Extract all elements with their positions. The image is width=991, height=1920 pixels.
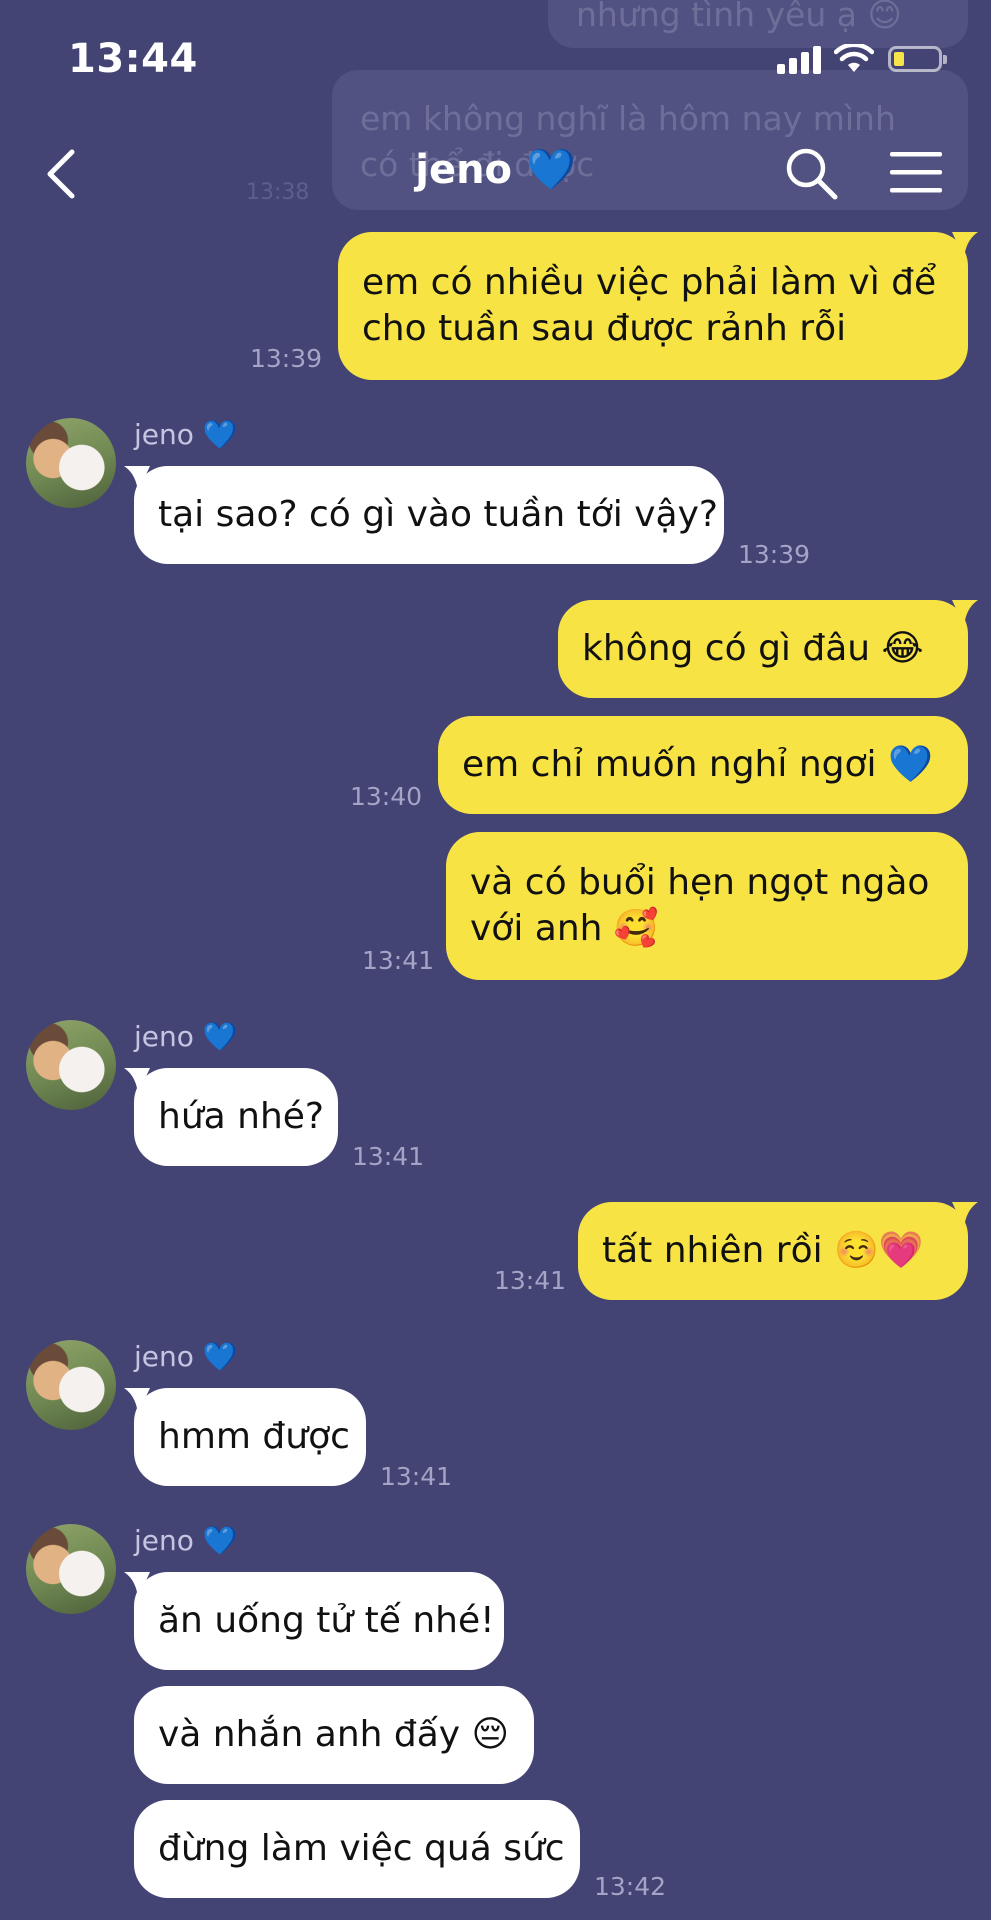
message-text: hmm được [158, 1416, 350, 1457]
chat-screen: nhưng tình yêu ạ 😊 em không nghĩ là hôm … [0, 0, 991, 1920]
status-time: 13:44 [68, 36, 198, 82]
incoming-message[interactable]: ăn uống tử tế nhé! [124, 1572, 504, 1670]
message-text: em chỉ muốn nghỉ ngơi 💙 [462, 744, 933, 785]
message-text: với anh 🥰 [470, 908, 659, 949]
battery-icon [888, 46, 947, 72]
sender-name: jeno 💙 [134, 1340, 238, 1373]
message-time: 13:40 [350, 782, 423, 811]
message-time: 13:39 [250, 344, 323, 373]
message-text: đừng làm việc quá sức [158, 1828, 565, 1869]
avatar[interactable] [26, 1020, 116, 1110]
outgoing-message[interactable]: em có nhiều việc phải làm vì để cho tuần… [338, 232, 978, 380]
sender-name: jeno 💙 [134, 1020, 238, 1053]
message-time: 13:41 [494, 1266, 567, 1295]
message-text: ăn uống tử tế nhé! [158, 1600, 495, 1641]
incoming-message[interactable]: hmm được [124, 1388, 366, 1486]
sender-name: jeno 💙 [134, 418, 238, 451]
search-icon[interactable] [783, 145, 839, 201]
outgoing-message[interactable]: không có gì đâu 😂 [558, 600, 978, 698]
message-text: không có gì đâu 😂 [582, 628, 924, 669]
sender-name: jeno 💙 [134, 1524, 238, 1557]
message-text: và có buổi hẹn ngọt ngào [470, 862, 930, 903]
menu-icon[interactable] [888, 150, 944, 194]
message-text: hứa nhé? [158, 1096, 325, 1137]
outgoing-message[interactable]: và có buổi hẹn ngọt ngào với anh 🥰 [446, 832, 968, 980]
message-text: tại sao? có gì vào tuần tới vậy? [158, 494, 719, 535]
message-time: 13:41 [362, 946, 435, 975]
message-text: cho tuần sau được rảnh rỗi [362, 308, 847, 349]
outgoing-message[interactable]: tất nhiên rồi ☺️💗 [578, 1202, 978, 1300]
avatar[interactable] [26, 1340, 116, 1430]
background-text: nhưng tình yêu ạ 😊 [576, 0, 902, 34]
outgoing-message[interactable]: em chỉ muốn nghỉ ngơi 💙 [438, 716, 968, 814]
background-bubble: nhưng tình yêu ạ 😊 [548, 0, 968, 48]
incoming-message[interactable]: hứa nhé? [124, 1068, 338, 1166]
message-time: 13:41 [380, 1462, 453, 1491]
avatar[interactable] [26, 1524, 116, 1614]
message-time: 13:39 [738, 540, 811, 569]
avatar[interactable] [26, 418, 116, 508]
signal-icon [777, 46, 823, 74]
wifi-icon [834, 44, 874, 72]
incoming-message[interactable]: tại sao? có gì vào tuần tới vậy? [124, 466, 724, 564]
message-text: và nhắn anh đấy 😔 [158, 1714, 510, 1755]
message-text: tất nhiên rồi ☺️💗 [602, 1230, 924, 1271]
incoming-message[interactable]: đừng làm việc quá sức [134, 1800, 580, 1898]
background-text: em không nghĩ là hôm nay mình [360, 99, 896, 138]
message-time: 13:41 [352, 1142, 425, 1171]
chat-title: jeno 💙 [415, 147, 576, 193]
incoming-message[interactable]: và nhắn anh đấy 😔 [134, 1686, 534, 1784]
message-text: em có nhiều việc phải làm vì để [362, 262, 937, 303]
message-time: 13:42 [594, 1872, 667, 1901]
